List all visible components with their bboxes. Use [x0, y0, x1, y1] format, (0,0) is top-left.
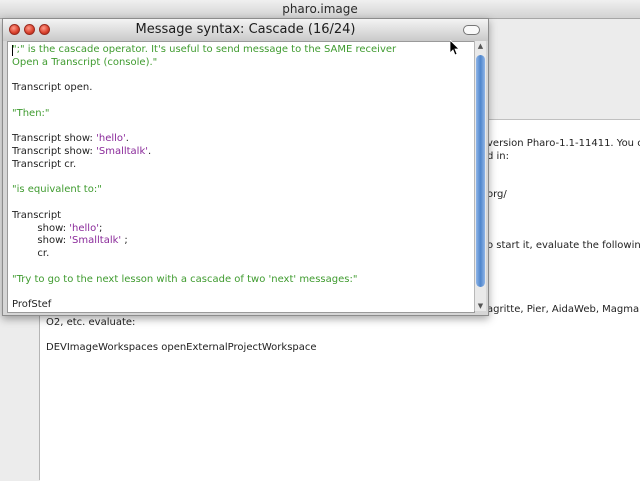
scroll-down-icon[interactable]: ▼ [475, 301, 486, 311]
cascade-lesson-window: Message syntax: Cascade (16/24) ";" is t… [2, 18, 489, 316]
code-line: show: 'hello'; [12, 223, 102, 235]
workspace-line: DEVImageWorkspaces openExternalProjectWo… [46, 342, 317, 353]
workspace-line: O2, etc. evaluate: [46, 317, 136, 328]
code-line: Transcript cr. [12, 159, 76, 171]
code-line: Transcript show: 'hello'. [12, 133, 129, 145]
scroll-thumb[interactable] [476, 55, 485, 287]
main-window-title: pharo.image [282, 2, 358, 16]
workspace-line: org/ [487, 189, 507, 200]
code-line: Open a Transcript (console)." [12, 57, 157, 69]
code-line: "Then:" [12, 108, 50, 120]
main-titlebar[interactable]: pharo.image [0, 0, 640, 19]
code-line: "is equivalent to:" [12, 184, 102, 196]
code-line: ProfStef [12, 299, 51, 311]
lesson-code-editor[interactable]: ";" is the cascade operator. It's useful… [7, 41, 475, 313]
code-text: . [125, 133, 129, 145]
code-text: Transcript cr. [12, 158, 77, 170]
code-text: cr. [12, 248, 50, 259]
workspace-line: agritte, Pier, AidaWeb, Magma, M [487, 304, 640, 315]
lesson-window-title: Message syntax: Cascade (16/24) [135, 22, 356, 37]
code-text: Transcript show: [12, 133, 97, 145]
code-line: ";" is the cascade operator. It's useful… [12, 44, 396, 56]
code-line: cr. [12, 248, 49, 260]
code-comment: ";" is the cascade operator. It's useful… [12, 44, 397, 55]
workspace-line: d in: [487, 151, 510, 162]
code-comment: "Try to go to the next lesson with a cas… [12, 273, 358, 285]
code-text: show: [12, 222, 70, 234]
string-literal: 'Smalltalk' [69, 235, 122, 247]
code-comment: "is equivalent to:" [12, 184, 102, 196]
code-comment: Open a Transcript (console)." [12, 56, 158, 68]
string-literal: 'Smalltalk' [96, 146, 148, 157]
code-line: show: 'Smalltalk' ; [12, 235, 128, 247]
code-line: Transcript [12, 210, 61, 222]
code-text: ProfStef [12, 299, 52, 310]
string-literal: 'hello' [96, 133, 126, 145]
code-comment: "Then:" [12, 107, 50, 119]
code-text: . [148, 146, 152, 157]
scroll-up-icon[interactable]: ▲ [475, 41, 486, 51]
code-line: Transcript open. [12, 82, 92, 94]
code-text: show: [12, 235, 70, 247]
collapse-icon[interactable] [463, 25, 480, 35]
lesson-vertical-scrollbar[interactable]: ▲ ▼ [474, 41, 486, 311]
code-text: Transcript [12, 209, 62, 221]
code-text: ; [98, 222, 103, 234]
string-literal: 'hello' [69, 222, 99, 234]
code-line: Transcript show: 'Smalltalk'. [12, 146, 151, 158]
lesson-titlebar[interactable]: Message syntax: Cascade (16/24) [3, 19, 488, 41]
workspace-line: o start it, evaluate the following [487, 240, 640, 251]
code-line: "Try to go to the next lesson with a cas… [12, 274, 357, 286]
workspace-line: version Pharo-1.1-11411. You c [487, 138, 640, 149]
code-text: ; [121, 235, 128, 247]
arrow-cursor-icon [450, 40, 460, 56]
code-text: Transcript open. [12, 82, 93, 94]
code-text: Transcript show: [12, 146, 97, 157]
